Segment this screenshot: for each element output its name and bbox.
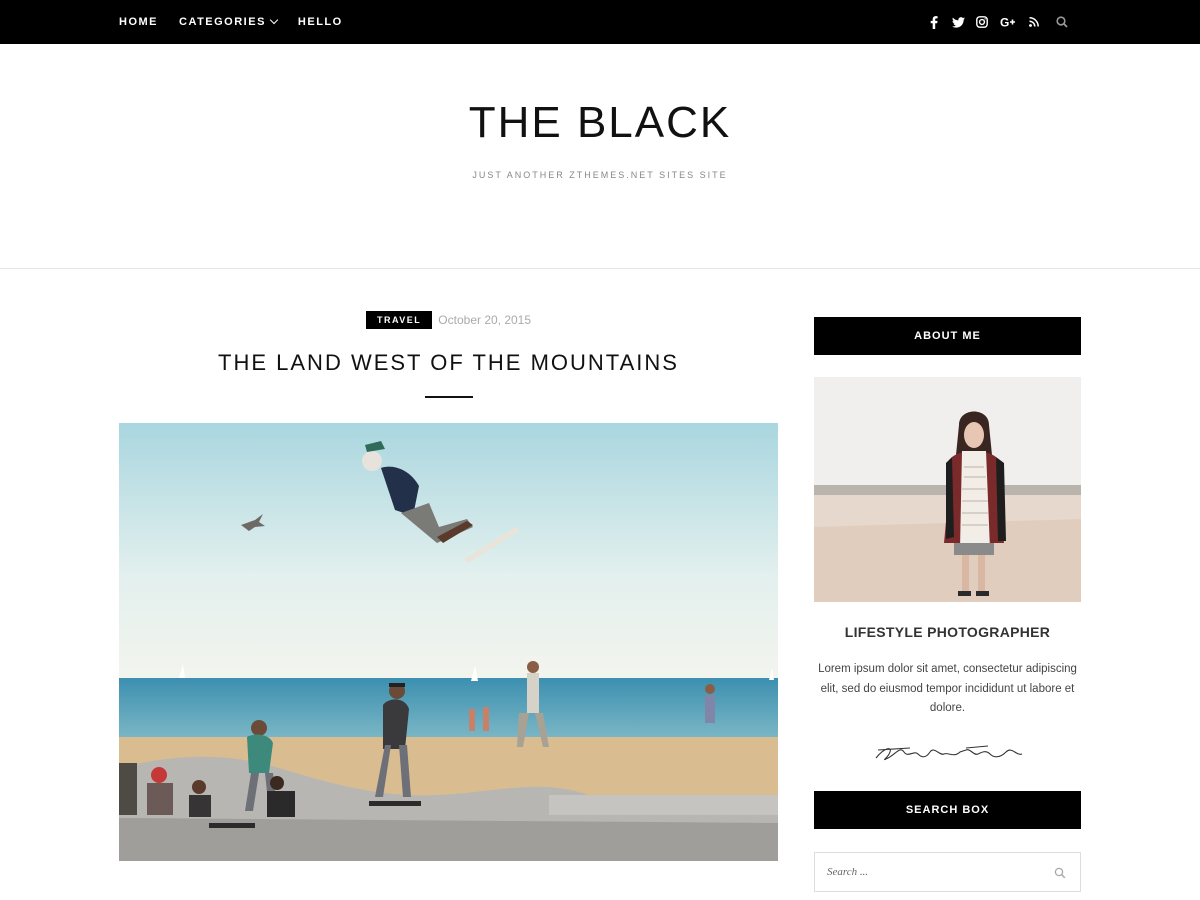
google-plus-icon[interactable]: G [999, 15, 1017, 29]
search-box-heading: SEARCH BOX [814, 791, 1081, 829]
svg-text:G: G [1000, 16, 1009, 28]
nav-item-label: CATEGORIES [179, 16, 266, 28]
about-subtitle: LIFESTYLE PHOTOGRAPHER [844, 624, 1051, 640]
nav-item-home[interactable]: HOME [119, 16, 158, 28]
title-divider [425, 396, 473, 398]
post-title[interactable]: THE LAND WEST OF THE MOUNTAINS [119, 350, 778, 376]
main-menu: HOME CATEGORIES HELLO [119, 0, 364, 44]
about-description: Lorem ipsum dolor sit amet, consectetur … [818, 663, 1077, 714]
top-navigation-bar: HOME CATEGORIES HELLO G [0, 0, 1200, 44]
rss-icon[interactable] [1027, 15, 1041, 29]
sidebar-search-form [814, 852, 1081, 892]
search-icon[interactable] [1054, 866, 1068, 880]
widget-title: ABOUT ME [914, 330, 981, 342]
instagram-icon[interactable] [975, 15, 989, 29]
post-meta: TRAVEL October 20, 2015 [119, 311, 778, 329]
site-tagline: JUST ANOTHER ZTHEMES.NET SITES SITE [472, 170, 728, 180]
nav-item-label: HOME [119, 16, 158, 28]
about-photo [814, 377, 1081, 602]
chevron-down-icon [269, 15, 279, 25]
category-badge[interactable]: TRAVEL [365, 311, 433, 329]
nav-item-label: HELLO [297, 16, 343, 28]
post-date: October 20, 2015 [438, 313, 532, 327]
widget-title: SEARCH BOX [905, 804, 990, 816]
post-featured-image[interactable] [119, 423, 778, 861]
search-icon[interactable] [1055, 15, 1069, 29]
social-links: G [927, 0, 1069, 44]
header-divider [0, 268, 1200, 269]
nav-item-hello[interactable]: HELLO [298, 16, 343, 28]
facebook-icon[interactable] [927, 15, 941, 29]
site-title[interactable]: THE BLACK [0, 98, 1200, 148]
twitter-icon[interactable] [951, 15, 965, 29]
about-me-heading: ABOUT ME [814, 317, 1081, 355]
search-input[interactable] [827, 866, 1037, 878]
author-signature [870, 740, 1030, 766]
nav-item-categories[interactable]: CATEGORIES [179, 15, 279, 28]
